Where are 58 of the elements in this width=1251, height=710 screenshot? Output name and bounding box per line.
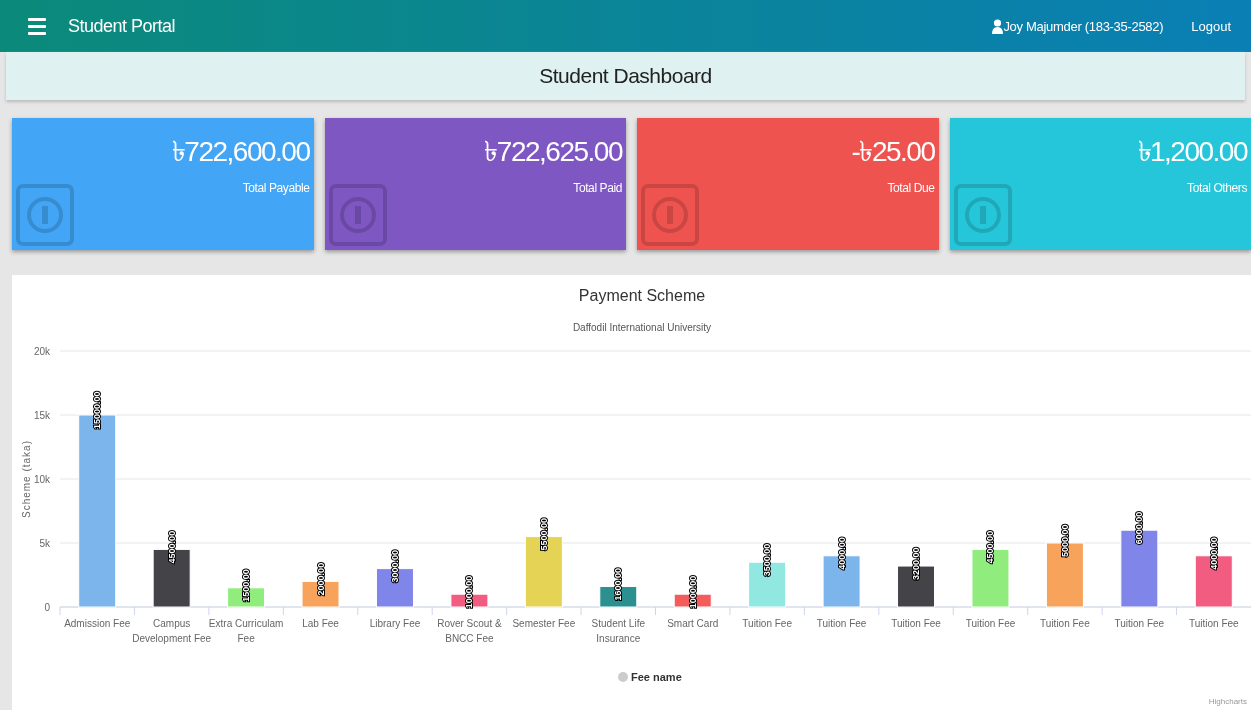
- category-label: Rover Scout & BNCC Fee: [437, 618, 502, 644]
- category-label: Tuition Fee: [1040, 618, 1090, 629]
- data-label: 4500.00: [985, 530, 996, 564]
- data-label: 3200.00: [911, 547, 922, 581]
- amount: ৳722,625.00: [483, 135, 622, 169]
- category-label: Smart Card: [667, 618, 719, 629]
- data-label: 3000.00: [389, 550, 400, 583]
- portal-title: Student Portal: [68, 15, 177, 37]
- category-label: Library Fee: [369, 618, 421, 629]
- axis-title: Scheme (taka): [21, 440, 32, 518]
- card-label: Total Paid: [572, 181, 622, 195]
- tick-label: 15k: [33, 410, 50, 421]
- data-label: 6000.00: [1134, 511, 1145, 545]
- category-label: Tuition Fee: [1188, 618, 1239, 629]
- banknote-icon: [953, 184, 1012, 246]
- category-label: Tuition Fee: [891, 618, 941, 629]
- banknote-icon: [16, 184, 74, 246]
- credits[interactable]: Highcharts: [1208, 697, 1247, 706]
- tick-label: 5k: [39, 538, 50, 549]
- data-label: 1000.00: [464, 575, 475, 609]
- data-label: 1600.00: [613, 567, 624, 601]
- banknote-icon: [328, 184, 387, 246]
- category-label: Tuition Fee: [742, 618, 792, 629]
- data-label: 4000.00: [836, 537, 847, 570]
- card-label: Total Due: [886, 181, 935, 195]
- category-label: Admission Fee: [64, 618, 131, 629]
- legend-label[interactable]: Fee name: [631, 671, 682, 683]
- data-label: 1000.00: [687, 575, 698, 609]
- data-label: 15000.00: [92, 391, 103, 429]
- chart-subtitle: Daffodil International University: [572, 322, 712, 333]
- tick-label: 0: [44, 602, 50, 613]
- data-label: 4000.00: [1208, 537, 1219, 570]
- category-label: Tuition Fee: [816, 618, 867, 629]
- amount: ৳722,600.00: [170, 135, 310, 169]
- tick-label: 10k: [33, 474, 50, 485]
- data-label: 2000.00: [315, 562, 326, 596]
- user-icon: [992, 18, 1004, 34]
- menu-icon[interactable]: [28, 17, 46, 35]
- chart-title: Payment Scheme: [578, 287, 706, 304]
- card-label: Total Payable: [241, 181, 310, 195]
- data-label: 3500.00: [762, 543, 773, 577]
- banknote-icon: [641, 184, 699, 246]
- amount: -৳25.00: [850, 135, 935, 169]
- card-label: Total Others: [1186, 181, 1247, 195]
- user-name: Joy Majumder (183-35-2582): [1003, 18, 1164, 34]
- amount: ৳1,200.00: [1136, 135, 1247, 169]
- logout-link[interactable]: Logout: [1191, 18, 1231, 34]
- data-label: 1500.00: [241, 569, 252, 602]
- page-title: Student Dashboard: [6, 52, 1245, 100]
- tick-label: 20k: [33, 346, 50, 357]
- legend-marker[interactable]: [618, 672, 628, 682]
- category-label: Tuition Fee: [965, 618, 1016, 629]
- category-label: Lab Fee: [302, 618, 339, 629]
- data-label: 5000.00: [1059, 524, 1070, 557]
- category-label: Semester Fee: [512, 618, 576, 629]
- category-label: Tuition Fee: [1114, 618, 1165, 629]
- category-label: Student Life Insurance: [591, 618, 645, 644]
- data-label: 4500.00: [166, 530, 177, 564]
